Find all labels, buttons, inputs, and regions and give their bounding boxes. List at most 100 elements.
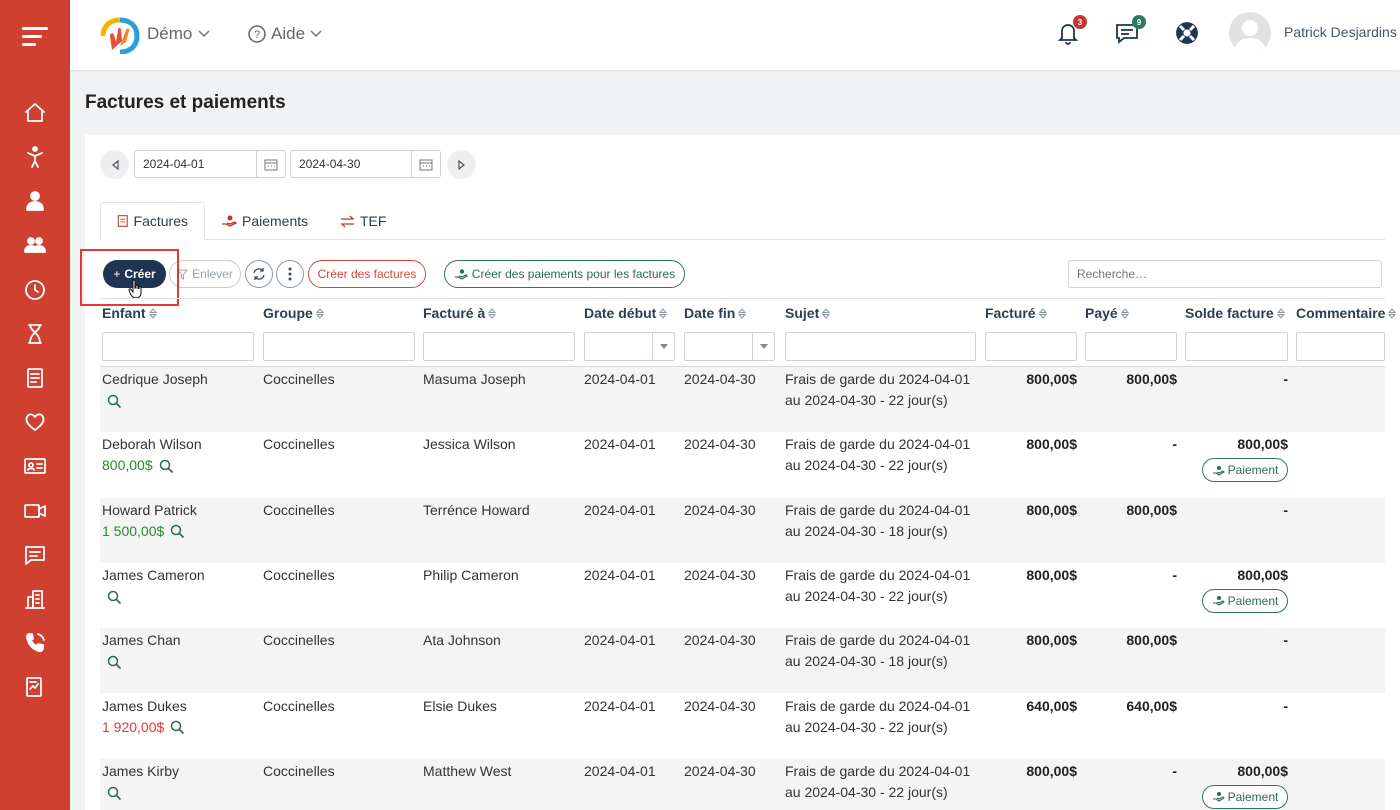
- sidebar: [0, 0, 70, 810]
- create-payments-button[interactable]: Créer des paiements pour les factures: [444, 260, 685, 288]
- child-name[interactable]: James Chan: [102, 630, 181, 651]
- column-header-sujet[interactable]: Sujet: [785, 305, 831, 321]
- hand-cursor-icon: [128, 279, 142, 299]
- search-icon[interactable]: [159, 459, 174, 474]
- calendar-icon[interactable]: [411, 151, 440, 177]
- tab-paiements[interactable]: Paiements: [205, 202, 324, 240]
- heart-icon[interactable]: [21, 408, 49, 436]
- caret-left-icon: [111, 159, 119, 170]
- column-header-enfant[interactable]: Enfant: [102, 305, 157, 321]
- column-header-date-fin[interactable]: Date fin: [684, 305, 747, 321]
- hourglass-icon[interactable]: [21, 320, 49, 348]
- column-header-facture[interactable]: Facturé: [985, 305, 1047, 321]
- invoice-balance: 800,00$: [1237, 566, 1288, 583]
- tab-factures[interactable]: Factures: [100, 202, 205, 240]
- brand-dropdown[interactable]: Démo: [147, 24, 210, 44]
- filter-date-debut[interactable]: [584, 332, 675, 361]
- column-header-commentaire[interactable]: Commentaire: [1296, 305, 1397, 321]
- paid-amount: 640,00$: [1126, 697, 1177, 714]
- remove-filter-button[interactable]: Enlever: [169, 260, 241, 288]
- calendar-icon[interactable]: [256, 151, 285, 177]
- filter-sujet[interactable]: [785, 332, 976, 361]
- user-name[interactable]: Patrick Desjardins: [1284, 24, 1397, 40]
- filter-paye[interactable]: [1085, 332, 1177, 361]
- child-name[interactable]: James Dukes: [102, 696, 187, 717]
- filter-facture[interactable]: [985, 332, 1077, 361]
- table-row[interactable]: Cedrique Joseph Coccinelles Masuma Joseph 2…: [100, 367, 1385, 432]
- table-row[interactable]: James Chan Coccinelles Ata Johnson 2024-04-…: [100, 628, 1385, 694]
- id-card-icon[interactable]: [21, 452, 49, 480]
- video-icon[interactable]: [21, 497, 49, 525]
- clock-icon[interactable]: [21, 276, 49, 304]
- help-dropdown[interactable]: ? Aide: [248, 24, 322, 44]
- notifications-button[interactable]: 3: [1055, 15, 1087, 48]
- invoice-balance: -: [1283, 371, 1288, 387]
- table-row[interactable]: James Kirby Coccinelles Matthew West 2024-0…: [100, 758, 1385, 810]
- column-header-paye[interactable]: Payé: [1085, 305, 1129, 321]
- menu-icon[interactable]: [22, 27, 48, 47]
- chevron-down-icon[interactable]: [752, 333, 774, 360]
- table-row[interactable]: James Dukes 1 920,00$ Coccinelles Elsie Duk…: [100, 694, 1385, 759]
- child-icon[interactable]: [21, 143, 49, 171]
- report-icon[interactable]: [21, 673, 49, 701]
- column-header-solde-facture[interactable]: Solde facture: [1185, 305, 1285, 321]
- pay-button[interactable]: Paiement: [1202, 588, 1288, 613]
- search-icon[interactable]: [107, 394, 122, 409]
- filter-solde-facture[interactable]: [1185, 332, 1288, 361]
- subject-line-2: au 2024-04-30 - 22 jour(s): [785, 457, 948, 474]
- group-icon[interactable]: [21, 231, 49, 259]
- home-icon[interactable]: [21, 99, 49, 127]
- filter-commentaire[interactable]: [1296, 332, 1385, 361]
- building-icon[interactable]: [21, 585, 49, 613]
- child-name[interactable]: James Kirby: [102, 761, 179, 782]
- phone-icon[interactable]: [21, 629, 49, 657]
- chevron-down-icon[interactable]: [652, 333, 674, 360]
- staff-icon[interactable]: [21, 187, 49, 215]
- column-header-date-debut[interactable]: Date début: [584, 305, 668, 321]
- paid-amount: -: [1172, 762, 1177, 779]
- previous-period-button[interactable]: [100, 150, 129, 179]
- start-date-field[interactable]: 2024-04-01: [134, 150, 286, 178]
- filter-groupe[interactable]: [263, 332, 415, 361]
- search-icon[interactable]: [107, 655, 122, 670]
- more-options-button[interactable]: [276, 260, 304, 288]
- create-payments-label: Créer des paiements pour les factures: [471, 267, 676, 281]
- table-row[interactable]: James Cameron Coccinelles Philip Cameron 20…: [100, 563, 1385, 628]
- pay-label: Paiement: [1227, 789, 1279, 804]
- avatar[interactable]: [1229, 12, 1271, 54]
- child-name[interactable]: Cedrique Joseph: [102, 369, 208, 390]
- filter-date-fin[interactable]: [684, 332, 775, 361]
- table-row[interactable]: Howard Patrick 1 500,00$ Coccinelles Terrén…: [100, 497, 1385, 563]
- refresh-button[interactable]: [245, 260, 273, 288]
- invoice-list-icon[interactable]: [21, 364, 49, 392]
- filter-facture-a[interactable]: [423, 332, 575, 361]
- sort-icon: [488, 307, 497, 319]
- messages-button[interactable]: 9: [1114, 15, 1146, 48]
- column-header-groupe[interactable]: Groupe: [263, 305, 324, 321]
- search-icon[interactable]: [170, 524, 185, 539]
- next-period-button[interactable]: [447, 150, 476, 179]
- group-cell: Coccinelles: [263, 501, 335, 518]
- end-date-field[interactable]: 2024-04-30: [290, 150, 441, 178]
- column-header-label: Date début: [584, 305, 657, 321]
- pay-button[interactable]: Paiement: [1202, 458, 1288, 483]
- billed-amount: 800,00$: [1026, 501, 1077, 518]
- child-name[interactable]: Deborah Wilson: [102, 434, 202, 455]
- child-name[interactable]: James Cameron: [102, 565, 205, 586]
- sort-icon: [822, 307, 831, 319]
- pay-button[interactable]: Paiement: [1202, 784, 1288, 809]
- search-icon[interactable]: [107, 590, 122, 605]
- child-name[interactable]: Howard Patrick: [102, 500, 197, 521]
- create-invoices-button[interactable]: Créer des factures: [308, 260, 426, 288]
- child-balance: 1 500,00$: [102, 522, 165, 539]
- support-button[interactable]: [1174, 20, 1202, 48]
- messages-icon[interactable]: [21, 541, 49, 569]
- tab-tef[interactable]: TEF: [324, 202, 402, 240]
- filter-enfant[interactable]: [102, 332, 254, 361]
- search-icon[interactable]: [107, 786, 122, 801]
- table-row[interactable]: Deborah Wilson 800,00$ Coccinelles Jessica …: [100, 432, 1385, 497]
- end-date-cell: 2024-04-30: [684, 566, 756, 583]
- search-icon[interactable]: [170, 720, 185, 735]
- column-header-facture-a[interactable]: Facturé à: [423, 305, 497, 321]
- search-input[interactable]: [1068, 260, 1382, 288]
